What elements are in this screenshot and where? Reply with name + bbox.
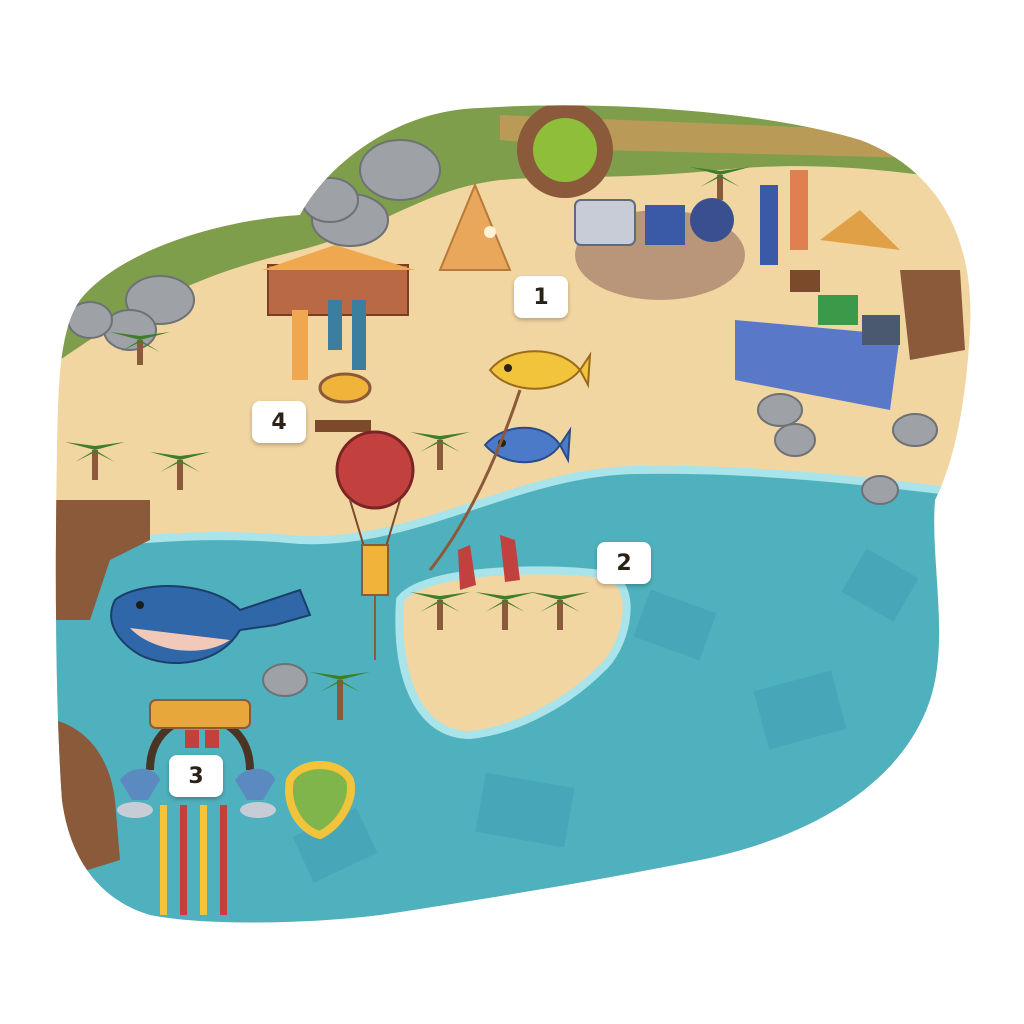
beach-map [55,105,971,923]
dock-right [900,270,965,360]
map-terrain [55,105,971,923]
map-marker-4[interactable]: 4 [252,401,306,443]
map-marker-1[interactable]: 1 [514,276,568,318]
map-marker-3[interactable]: 3 [169,755,223,797]
map-marker-2[interactable]: 2 [597,542,651,584]
